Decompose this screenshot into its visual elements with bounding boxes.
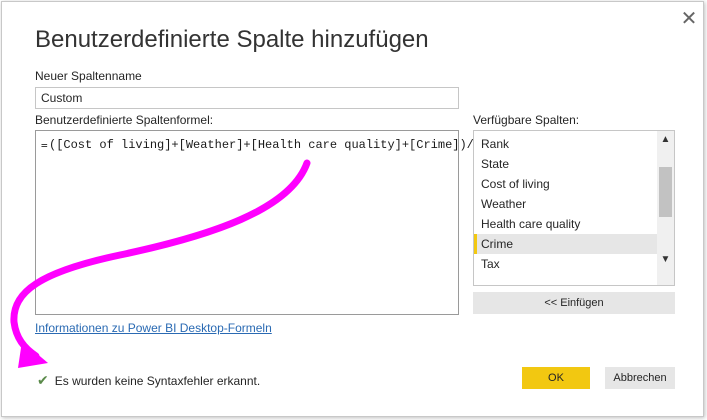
column-name-label: Neuer Spaltenname [35,69,142,83]
column-item-crime[interactable]: Crime [474,234,657,254]
dialog-window: ✕ Benutzerdefinierte Spalte hinzufügen N… [1,1,704,417]
cancel-button[interactable]: Abbrechen [605,367,675,389]
formula-help-link[interactable]: Informationen zu Power BI Desktop-Formel… [35,321,272,335]
available-columns-list[interactable]: Rank State Cost of living Weather Health… [473,130,675,286]
chevron-down-icon[interactable]: ▼ [657,251,674,268]
scrollbar-thumb[interactable] [659,167,672,217]
close-icon[interactable]: ✕ [678,8,700,30]
syntax-status: ✔ Es wurden keine Syntaxfehler erkannt. [37,372,260,389]
column-item-weather[interactable]: Weather [474,194,657,214]
formula-prefix: = [41,139,48,152]
column-item-rank[interactable]: Rank [474,134,657,154]
column-item-cost-of-living[interactable]: Cost of living [474,174,657,194]
column-item-health-care-quality[interactable]: Health care quality [474,214,657,234]
column-item-tax[interactable]: Tax [474,254,657,274]
chevron-up-icon[interactable]: ▲ [657,131,674,148]
formula-text: ([Cost of living]+[Weather]+[Health care… [49,138,482,152]
formula-editor[interactable]: = ([Cost of living]+[Weather]+[Health ca… [35,130,481,315]
syntax-status-text: Es wurden keine Syntaxfehler erkannt. [54,374,261,388]
available-columns-label: Verfügbare Spalten: [473,113,580,127]
columns-scrollbar[interactable]: ▲ ▼ [657,131,674,285]
dialog-title: Benutzerdefinierte Spalte hinzufügen [35,26,429,53]
formula-label: Benutzerdefinierte Spaltenformel: [35,113,214,127]
column-item-state[interactable]: State [474,154,657,174]
insert-button[interactable]: << Einfügen [473,292,675,314]
checkmark-icon: ✔ [37,372,49,388]
columns-list-items: Rank State Cost of living Weather Health… [474,134,657,274]
column-name-input[interactable]: Custom [35,87,459,109]
ok-button[interactable]: OK [522,367,590,389]
